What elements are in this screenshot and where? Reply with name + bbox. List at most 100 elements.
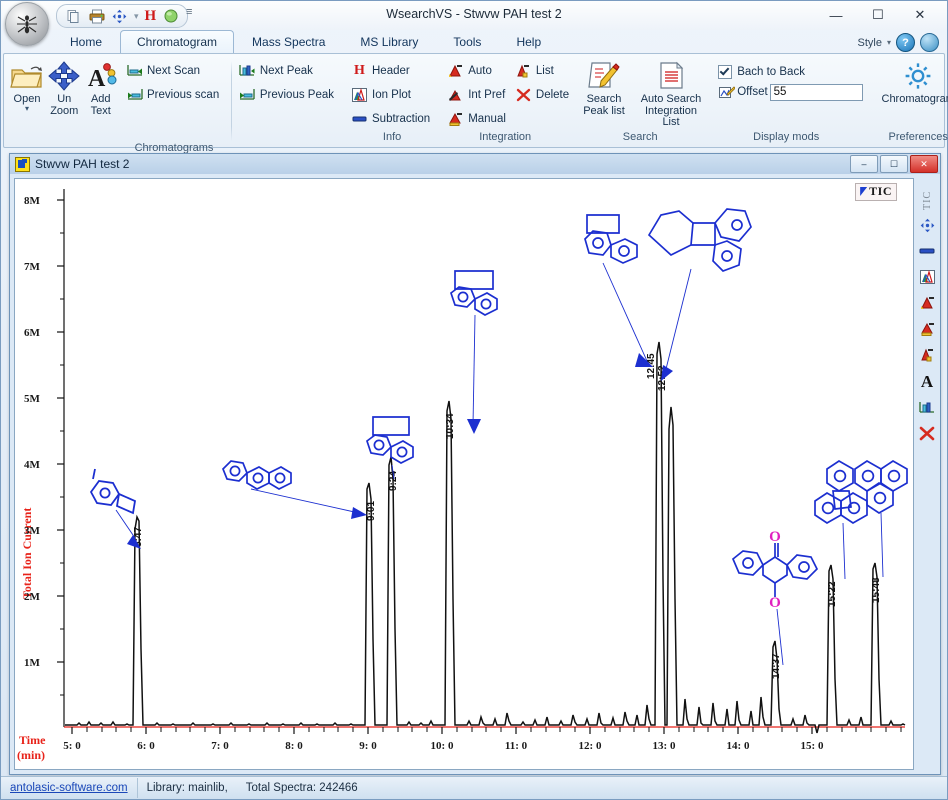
- peak-label-3: 10:34: [445, 413, 456, 439]
- open-folder-icon: [10, 60, 44, 92]
- int-pref-button[interactable]: Int Pref: [444, 83, 512, 106]
- header-h-icon: H: [351, 62, 368, 79]
- tab-chromatogram[interactable]: Chromatogram: [120, 30, 234, 53]
- offset-input[interactable]: [770, 84, 863, 101]
- tab-mass-spectra[interactable]: Mass Spectra: [235, 31, 342, 53]
- structure-acenaphthylene: [451, 271, 497, 315]
- back-to-back-checkbox-row[interactable]: Bach to Back: [714, 62, 805, 82]
- open-button[interactable]: Open ▾: [8, 57, 46, 113]
- peak-nav-column: Next Peak Previous Peak: [236, 57, 340, 106]
- add-text-A-icon[interactable]: A: [916, 370, 938, 392]
- peak-list-icon[interactable]: [916, 396, 938, 418]
- svg-text:6: 0: 6: 0: [137, 740, 155, 752]
- svg-text:11: 0: 11: 0: [505, 740, 528, 752]
- pan-move-icon[interactable]: [916, 214, 938, 236]
- previous-scan-label: Previous scan: [147, 89, 219, 101]
- integrate-manual-icon[interactable]: [916, 318, 938, 340]
- svg-text:13: 0: 13: 0: [653, 740, 676, 752]
- peak-label-7: 15:22: [827, 581, 838, 607]
- ribbon-group-display-mods: Bach to Back Offset Display mods: [710, 54, 862, 145]
- group-title-info: Info: [344, 130, 440, 145]
- document-window-controls: – ☐ ✕: [850, 155, 938, 173]
- baseline-bar-icon[interactable]: [916, 240, 938, 262]
- previous-peak-button[interactable]: Previous Peak: [236, 83, 340, 106]
- oxygen-atom-label-top: O: [769, 529, 781, 545]
- offset-icon[interactable]: [718, 84, 735, 101]
- ribbon-group-info: H Header Ion Plot: [344, 54, 440, 145]
- plot-side-toolbar: TIC: [916, 178, 938, 776]
- open-caret-icon[interactable]: ▾: [25, 106, 29, 112]
- svg-text:9: 0: 9: 0: [359, 740, 377, 752]
- minimize-button[interactable]: —: [815, 3, 857, 27]
- chromatogram-svg[interactable]: Total Ion Current Time (min) 8M 7M: [15, 179, 913, 769]
- subtraction-button[interactable]: Subtraction: [348, 107, 436, 130]
- manual-button[interactable]: Manual: [444, 107, 512, 130]
- svg-text:2M: 2M: [24, 591, 41, 603]
- document-minimize-button[interactable]: –: [850, 155, 878, 173]
- delete-button[interactable]: Delete: [512, 83, 575, 106]
- maximize-button[interactable]: ☐: [857, 3, 899, 27]
- info-column: H Header Ion Plot: [348, 57, 436, 130]
- structure-biphenyl: [223, 461, 291, 489]
- previous-scan-button[interactable]: Previous scan: [123, 83, 225, 106]
- add-text-label: Add Text: [91, 94, 111, 117]
- document-title-bar: Stwvw PAH test 2 – ☐ ✕: [10, 154, 940, 174]
- app-logo-icon[interactable]: [5, 2, 49, 46]
- ribbon-group-search: Search Peak list Auto Search In: [570, 54, 710, 145]
- structure-benzopyrene: [855, 461, 907, 513]
- document-close-button[interactable]: ✕: [910, 155, 938, 173]
- close-button[interactable]: ✕: [899, 3, 941, 27]
- list-button[interactable]: List: [512, 59, 575, 82]
- integrate-auto-icon[interactable]: [916, 292, 938, 314]
- integrate-list-icon[interactable]: [916, 344, 938, 366]
- tab-tools[interactable]: Tools: [436, 31, 498, 53]
- back-to-back-checkbox[interactable]: [718, 65, 732, 79]
- status-website-link[interactable]: antolasic-software.com: [1, 778, 138, 798]
- window-title: WsearchVS - Stwvw PAH test 2: [1, 7, 947, 21]
- next-peak-button[interactable]: Next Peak: [236, 59, 340, 82]
- auto-button[interactable]: Auto: [444, 59, 512, 82]
- chromatogram-plot[interactable]: TIC Total Ion Current Time (min) 8M: [14, 178, 914, 770]
- next-scan-button[interactable]: Next Scan: [123, 59, 225, 82]
- tab-home[interactable]: Home: [53, 31, 119, 53]
- group-title-search: Search: [570, 130, 710, 145]
- tab-ms-library[interactable]: MS Library: [343, 31, 435, 53]
- chromatogram-preferences-button[interactable]: Chromatogram: [866, 57, 948, 107]
- style-label[interactable]: Style: [858, 37, 882, 49]
- ion-plot-button[interactable]: Ion Plot: [348, 83, 436, 106]
- int-pref-label: Int Pref: [468, 89, 505, 101]
- unzoom-arrows-icon: [48, 60, 80, 92]
- next-scan-label: Next Scan: [147, 65, 200, 77]
- search-peak-list-button[interactable]: Search Peak list: [574, 57, 634, 118]
- document-maximize-button[interactable]: ☐: [880, 155, 908, 173]
- tab-help[interactable]: Help: [499, 31, 558, 53]
- globe-icon[interactable]: [920, 33, 939, 52]
- tic-legend-badge[interactable]: TIC: [855, 183, 897, 201]
- auto-search-integration-list-button[interactable]: Auto Search Integration List: [636, 57, 706, 130]
- y-axis-ticks: 8M 7M 6M 5M: [24, 195, 64, 695]
- structure-annotations: O O: [91, 209, 907, 665]
- help-icon[interactable]: ?: [896, 33, 915, 52]
- manual-label: Manual: [468, 113, 506, 125]
- style-caret-icon[interactable]: ▾: [887, 38, 891, 47]
- integration-column-1: Auto Int Pref: [444, 57, 512, 130]
- group-separator: [231, 61, 232, 141]
- svg-text:7: 0: 7: 0: [211, 740, 229, 752]
- add-text-button[interactable]: A Add Text: [83, 57, 120, 118]
- next-scan-icon: [126, 62, 143, 79]
- add-text-icon: A: [85, 60, 117, 92]
- delete-x-icon[interactable]: [916, 422, 938, 444]
- list-label: List: [536, 65, 554, 77]
- next-peak-icon: [239, 62, 256, 79]
- svg-text:8: 0: 8: 0: [285, 740, 303, 752]
- unzoom-button[interactable]: Un Zoom: [46, 57, 83, 118]
- structure-naphthalene-derivative: [91, 469, 135, 513]
- status-bar: antolasic-software.com Library: mainlib,…: [1, 776, 947, 799]
- peak-label-1: 9:01: [366, 501, 377, 521]
- header-button[interactable]: H Header: [348, 59, 436, 82]
- ion-plot-icon[interactable]: [916, 266, 938, 288]
- offset-label: Offset: [737, 86, 767, 98]
- tic-legend-label: TIC: [869, 184, 892, 199]
- structure-diphenyl-cyclobutene: [649, 209, 751, 271]
- y-axis-title: Total Ion Current: [20, 508, 34, 599]
